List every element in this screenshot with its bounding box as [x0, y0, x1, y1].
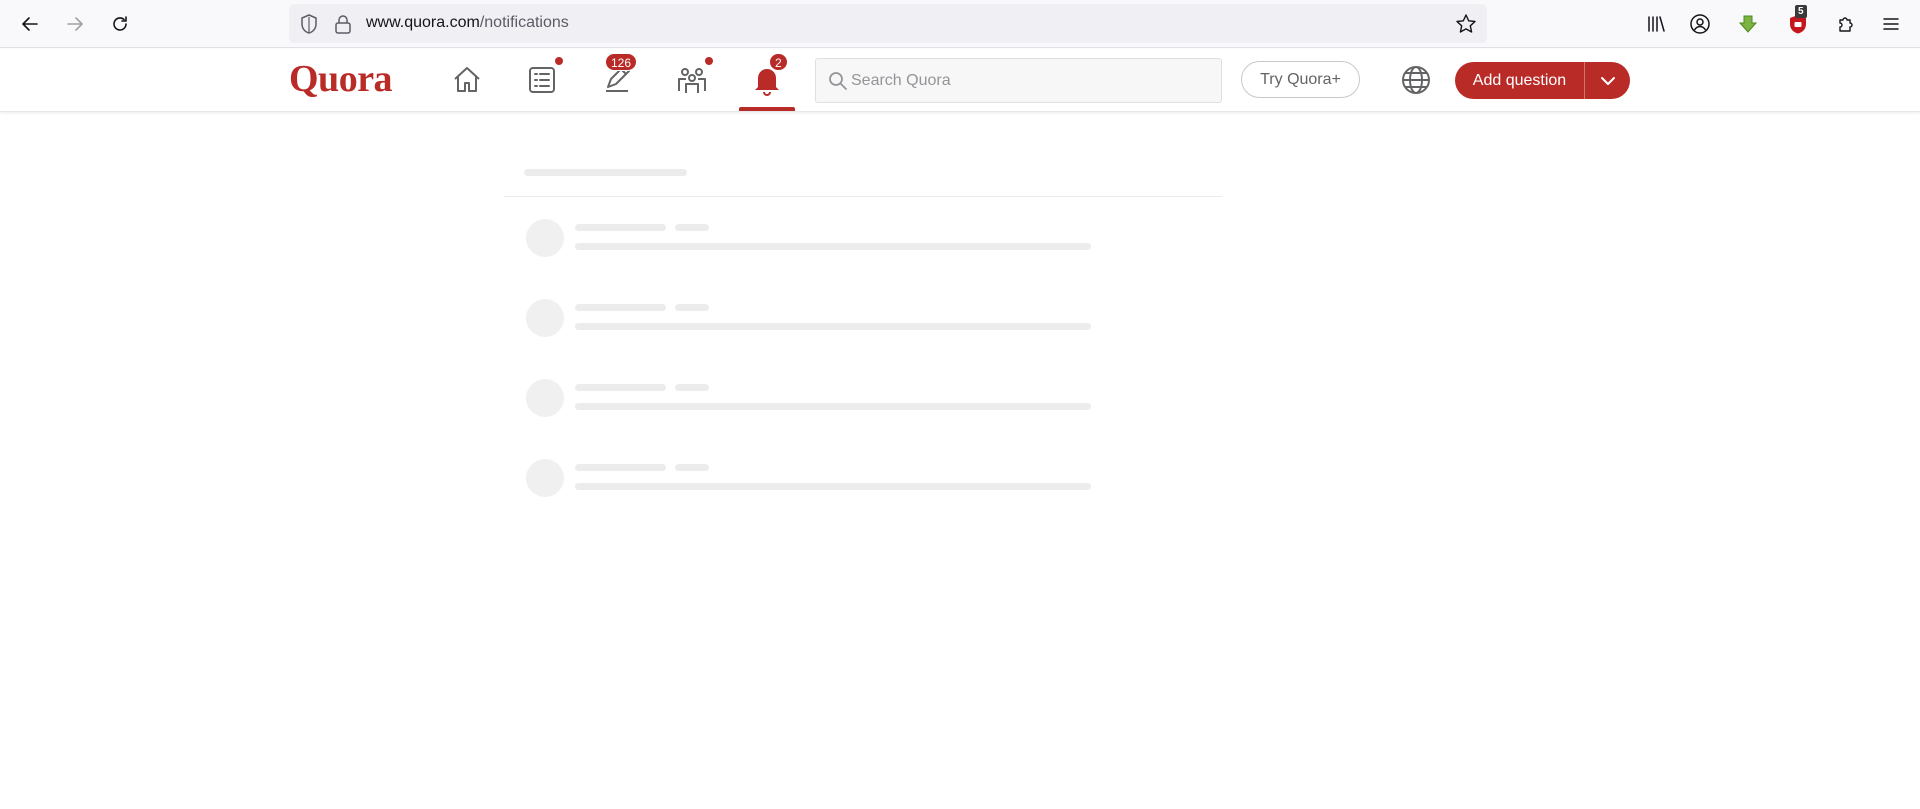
lock-icon[interactable] [334, 14, 352, 34]
reload-button[interactable] [105, 9, 135, 39]
notifications-count-badge: 2 [769, 53, 788, 71]
skeleton-line [575, 403, 1091, 410]
skeleton-line [575, 483, 1091, 490]
extensions-button[interactable] [1831, 9, 1861, 39]
browser-toolbar: www.quora.com/notifications 5 [0, 0, 1920, 48]
skeleton-avatar [526, 299, 564, 337]
quora-header: Quora 126 2 Try Quora+ Add question [0, 49, 1920, 112]
home-icon [454, 67, 480, 92]
library-icon [1648, 16, 1665, 32]
url-host: www.quora.com [366, 14, 480, 31]
account-icon [1690, 14, 1710, 34]
add-question-button[interactable]: Add question [1455, 62, 1585, 99]
library-button[interactable] [1641, 9, 1671, 39]
language-button[interactable] [1399, 63, 1433, 97]
spaces-dot [704, 56, 714, 66]
url-path: /notifications [479, 14, 569, 31]
arrow-left-icon [22, 17, 38, 31]
search-box[interactable] [815, 58, 1222, 103]
forward-button[interactable] [60, 9, 90, 39]
menu-button[interactable] [1876, 9, 1906, 39]
download-arrow-icon [1738, 15, 1758, 33]
nav-following[interactable] [514, 49, 570, 111]
search-icon [829, 72, 847, 90]
list-icon [529, 67, 555, 93]
add-question-group: Add question [1455, 62, 1630, 99]
account-button[interactable] [1685, 9, 1715, 39]
skeleton-avatar [526, 219, 564, 257]
people-icon [678, 68, 706, 93]
quora-logo[interactable]: Quora [289, 57, 393, 101]
skeleton-title [524, 169, 687, 176]
bookmark-star-icon[interactable] [1455, 13, 1477, 35]
globe-icon [1402, 66, 1430, 94]
skeleton-line [575, 243, 1091, 250]
nav-answer[interactable]: 126 [589, 49, 645, 111]
hamburger-menu-icon [1883, 18, 1899, 30]
extension-badge: 5 [1795, 5, 1807, 18]
reload-icon [113, 16, 127, 31]
back-button[interactable] [15, 9, 45, 39]
try-quora-plus-button[interactable]: Try Quora+ [1241, 61, 1360, 98]
nav-spaces[interactable] [664, 49, 720, 111]
nav-home[interactable] [439, 49, 495, 111]
skeleton-line [675, 384, 709, 391]
skeleton-line [575, 224, 666, 231]
search-input[interactable] [851, 59, 1211, 102]
skeleton-line [575, 323, 1091, 330]
answer-count-badge: 126 [605, 53, 638, 71]
shield-icon[interactable] [298, 13, 320, 35]
following-dot [554, 56, 564, 66]
skeleton-line [675, 464, 709, 471]
address-bar[interactable]: www.quora.com/notifications [289, 4, 1487, 43]
url-text[interactable]: www.quora.com/notifications [366, 14, 569, 32]
skeleton-line [675, 304, 709, 311]
skeleton-line [675, 224, 709, 231]
puzzle-icon [1839, 17, 1853, 32]
skeleton-line [575, 304, 666, 311]
skeleton-avatar [526, 379, 564, 417]
skeleton-line [575, 384, 666, 391]
skeleton-divider [504, 196, 1222, 197]
add-question-dropdown[interactable] [1585, 62, 1630, 99]
download-extension-button[interactable] [1733, 9, 1763, 39]
chevron-down-icon [1600, 76, 1615, 85]
nav-notifications[interactable]: 2 [739, 49, 795, 111]
skeleton-avatar [526, 459, 564, 497]
skeleton-line [575, 464, 666, 471]
arrow-right-icon [67, 17, 83, 31]
